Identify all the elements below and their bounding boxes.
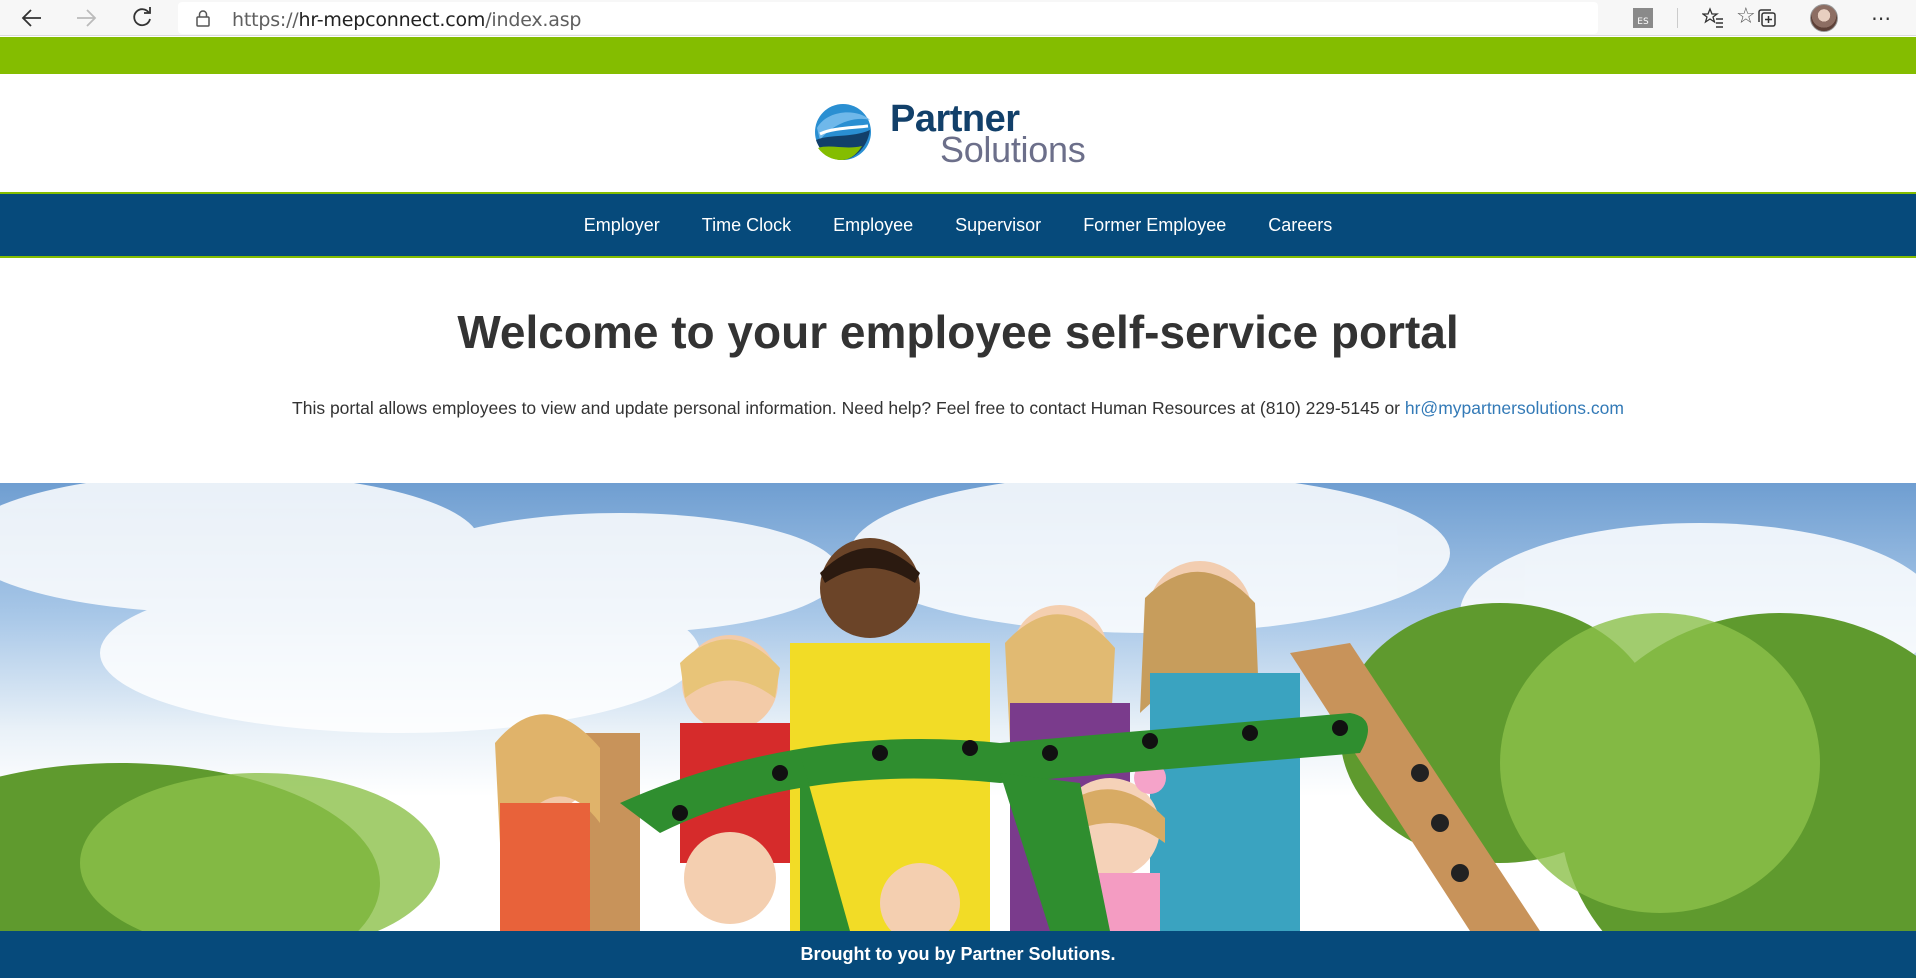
nav-bottom-divider: [0, 256, 1916, 258]
nav-item-supervisor[interactable]: Supervisor: [934, 194, 1062, 256]
main-navigation: Employer Time Clock Employee Supervisor …: [0, 194, 1916, 256]
hero-illustration: [0, 483, 1916, 931]
logo-swirl-icon: [815, 104, 871, 160]
nav-item-employer[interactable]: Employer: [563, 194, 681, 256]
url-text[interactable]: https://hr-mepconnect.com/index.asp: [232, 9, 581, 31]
intro-paragraph: This portal allows employees to view and…: [0, 398, 1916, 419]
lock-icon[interactable]: [194, 9, 212, 27]
footer-text: Brought to you by Partner Solutions.: [800, 944, 1116, 964]
forward-arrow-icon[interactable]: [70, 2, 102, 34]
top-accent-bar: [0, 37, 1916, 74]
hr-email-link[interactable]: hr@mypartnersolutions.com: [1405, 398, 1624, 418]
site-logo[interactable]: Partner Solutions: [812, 98, 1102, 170]
address-bar[interactable]: https://hr-mepconnect.com/index.asp ☆: [178, 2, 1756, 34]
url-host: hr-mepconnect.com: [298, 9, 486, 31]
extension-badge: ES: [1633, 8, 1653, 28]
toolbar-separator: [1677, 8, 1678, 28]
extension-button[interactable]: ES: [1628, 3, 1658, 33]
profile-button[interactable]: [1809, 3, 1839, 33]
collections-icon[interactable]: [1752, 3, 1782, 33]
site-footer: Brought to you by Partner Solutions.: [0, 931, 1916, 978]
nav-item-former-employee[interactable]: Former Employee: [1062, 194, 1247, 256]
logo-word-solutions: Solutions: [940, 129, 1086, 170]
more-icon[interactable]: ⋯: [1866, 3, 1896, 33]
hero-image: [0, 483, 1916, 931]
favorites-icon[interactable]: [1698, 3, 1728, 33]
avatar: [1810, 4, 1838, 32]
browser-toolbar: https://hr-mepconnect.com/index.asp ☆ ES…: [0, 0, 1916, 36]
intro-text: This portal allows employees to view and…: [292, 398, 1405, 418]
nav-item-employee[interactable]: Employee: [812, 194, 934, 256]
refresh-icon[interactable]: [126, 2, 158, 34]
nav-item-careers[interactable]: Careers: [1247, 194, 1353, 256]
page-title: Welcome to your employee self-service po…: [457, 306, 1459, 358]
url-scheme: https://: [232, 9, 299, 31]
nav-item-time-clock[interactable]: Time Clock: [681, 194, 812, 256]
url-path: /index.asp: [485, 9, 582, 31]
back-arrow-icon[interactable]: [16, 2, 48, 34]
